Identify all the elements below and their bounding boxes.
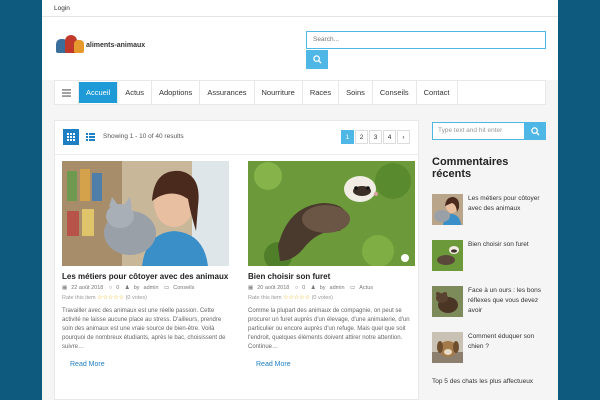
- list-item[interactable]: Comment éduquer son chien ?: [432, 332, 546, 366]
- nav-item-contact[interactable]: Contact: [417, 81, 458, 104]
- post-category[interactable]: Conseils: [173, 285, 194, 291]
- list-item[interactable]: Bien choisir son furet: [432, 240, 546, 274]
- post-image[interactable]: [62, 161, 229, 266]
- list-item-label[interactable]: Top 5 des chats les plus affectueux: [432, 378, 546, 385]
- search-icon: [312, 54, 322, 64]
- post-author-prefix: by: [319, 285, 326, 291]
- thumbnail-ferret: [432, 240, 463, 271]
- next-page-button[interactable]: ›: [397, 130, 410, 144]
- rating-stars[interactable]: ☆☆☆☆☆: [283, 295, 310, 301]
- posts-grid: Les métiers pour côtoyer avec des animau…: [62, 161, 415, 371]
- post-author-prefix: by: [133, 285, 140, 291]
- nav-item-actus[interactable]: Actus: [118, 81, 152, 104]
- author-icon: ♟: [310, 285, 316, 291]
- nav-item-conseils[interactable]: Conseils: [373, 81, 417, 104]
- read-more-link[interactable]: Read More: [256, 361, 291, 368]
- list-item[interactable]: Face à un ours : les bons réflexes que v…: [432, 286, 546, 320]
- search-icon: [531, 126, 540, 136]
- list-item-label[interactable]: Face à un ours : les bons réflexes que v…: [468, 286, 546, 316]
- page-frame-right: [558, 0, 600, 400]
- rating-stars[interactable]: ☆☆☆☆☆: [97, 295, 124, 301]
- main-nav: Accueil Actus Adoptions Assurances Nourr…: [54, 80, 546, 105]
- grid-icon: [67, 133, 75, 141]
- post-image[interactable]: [248, 161, 415, 266]
- list-icon: [85, 133, 95, 141]
- calendar-icon: ▦: [62, 285, 68, 291]
- rate-label: Rate this item: [248, 295, 282, 301]
- post-title[interactable]: Bien choisir son furet: [248, 272, 415, 281]
- nav-item-soins[interactable]: Soins: [339, 81, 373, 104]
- site-header: aliments-animaux: [42, 17, 558, 80]
- ferret-photo: [248, 161, 415, 266]
- post-category[interactable]: Actus: [359, 285, 373, 291]
- post-date: 22 août 2018: [71, 285, 104, 291]
- votes-count: (0 votes): [125, 295, 147, 301]
- header-search: [306, 28, 546, 69]
- sidebar-search-button[interactable]: [525, 122, 546, 140]
- thumbnail-dog: [432, 332, 463, 363]
- login-link[interactable]: Login: [54, 5, 70, 12]
- page-1-button[interactable]: 1: [341, 130, 354, 144]
- post-comments[interactable]: 0: [302, 285, 305, 291]
- page-frame-left: [0, 0, 42, 400]
- page-container: Login aliments-animaux Search... Accueil…: [42, 0, 558, 400]
- folder-icon: ▭: [164, 285, 170, 291]
- list-item[interactable]: Les métiers pour côtoyer avec des animau…: [432, 194, 546, 228]
- folder-icon: ▭: [350, 285, 356, 291]
- site-logo[interactable]: aliments-animaux: [56, 35, 145, 55]
- thumbnail-bear: [432, 286, 463, 317]
- comment-icon: ○: [108, 285, 113, 291]
- sidebar-title: Commentaires récents: [432, 156, 509, 180]
- post-excerpt: Comme la plupart des animaux de compagni…: [248, 308, 410, 350]
- sidebar: Type text and hit enter Commentaires réc…: [432, 122, 546, 385]
- post-author[interactable]: admin: [144, 285, 159, 291]
- nav-item-accueil[interactable]: Accueil: [79, 82, 119, 103]
- grid-view-button[interactable]: [63, 129, 79, 145]
- nav-item-assurances[interactable]: Assurances: [200, 81, 255, 104]
- votes-count: (0 votes): [311, 295, 333, 301]
- post-author[interactable]: admin: [330, 285, 345, 291]
- post-card: Les métiers pour côtoyer avec des animau…: [62, 161, 229, 371]
- page-3-button[interactable]: 3: [369, 130, 382, 144]
- author-icon: ♟: [124, 285, 130, 291]
- rate-label: Rate this item: [62, 295, 96, 301]
- list-item-label[interactable]: Bien choisir son furet: [468, 240, 529, 250]
- posts-toolbar: Showing 1 - 10 of 40 results 1 2 3 4 ›: [55, 121, 418, 155]
- top-bar: Login: [42, 0, 558, 17]
- list-view-button[interactable]: [82, 129, 98, 145]
- nav-item-races[interactable]: Races: [303, 81, 340, 104]
- sidebar-search-input[interactable]: Type text and hit enter: [432, 122, 525, 140]
- woman-with-cat-photo: [62, 161, 229, 266]
- results-count: Showing 1 - 10 of 40 results: [103, 133, 184, 140]
- hamburger-menu-button[interactable]: [55, 81, 79, 104]
- post-meta: ▦ 20 août 2018 ○ 0 ♟ by admin ▭ Actus: [248, 285, 415, 291]
- hamburger-icon: [62, 88, 71, 97]
- post-rating: Rate this item ☆☆☆☆☆ (0 votes): [62, 294, 229, 301]
- calendar-icon: ▦: [248, 285, 254, 291]
- post-meta: ▦ 22 août 2018 ○ 0 ♟ by admin ▭ Conseils: [62, 285, 229, 291]
- list-item-label[interactable]: Comment éduquer son chien ?: [468, 332, 546, 352]
- page-4-button[interactable]: 4: [383, 130, 396, 144]
- post-date: 20 août 2018: [257, 285, 290, 291]
- recent-comments-list: Les métiers pour côtoyer avec des animau…: [432, 194, 546, 385]
- post-rating: Rate this item ☆☆☆☆☆ (0 votes): [248, 294, 415, 301]
- page-2-button[interactable]: 2: [355, 130, 368, 144]
- post-card: Bien choisir son furet ▦ 20 août 2018 ○ 0 …: [248, 161, 415, 371]
- logo-text: aliments-animaux: [86, 41, 146, 49]
- sidebar-search: Type text and hit enter: [432, 122, 546, 140]
- post-excerpt: Travailler avec des animaux est une réel…: [62, 308, 226, 350]
- read-more-link[interactable]: Read More: [70, 361, 105, 368]
- pets-logo-icon: [56, 35, 84, 55]
- list-item-label[interactable]: Les métiers pour côtoyer avec des animau…: [468, 194, 546, 214]
- comment-icon: ○: [294, 285, 299, 291]
- posts-panel: Showing 1 - 10 of 40 results 1 2 3 4 › L…: [54, 120, 419, 400]
- header-search-button[interactable]: [306, 49, 328, 69]
- nav-item-adoptions[interactable]: Adoptions: [152, 81, 201, 104]
- header-search-input[interactable]: [306, 30, 546, 49]
- thumbnail-woman-cat: [432, 194, 463, 225]
- post-comments[interactable]: 0: [116, 285, 119, 291]
- post-title[interactable]: Les métiers pour côtoyer avec des animau…: [62, 272, 229, 281]
- pagination: 1 2 3 4 ›: [340, 130, 410, 144]
- nav-item-nourriture[interactable]: Nourriture: [255, 81, 303, 104]
